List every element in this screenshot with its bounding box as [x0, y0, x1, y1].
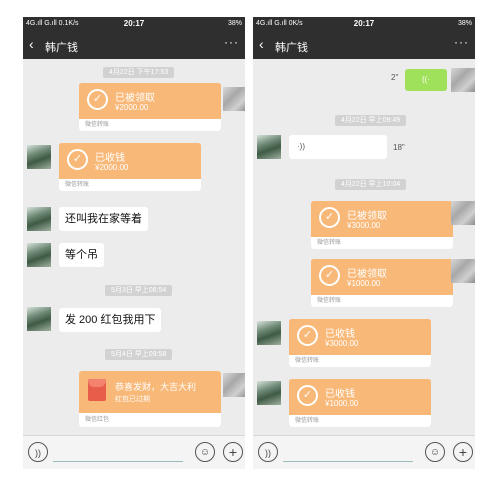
chat-title: 韩广钱 — [45, 42, 78, 54]
transfer-footer: 微信转账 — [311, 295, 453, 307]
status-bar: 4G.ıll G.ıll 0.1K/s 20:17 38% — [23, 17, 245, 31]
text-message[interactable]: 还叫我在家等着 — [59, 207, 148, 231]
transfer-amount: ¥2000.00 — [115, 103, 149, 112]
transfer-card[interactable]: ✓ 已收钱 ¥3000.00 微信转账 — [289, 319, 431, 367]
message-input[interactable] — [53, 461, 183, 462]
transfer-status: 已被领取 — [115, 93, 155, 104]
check-icon: ✓ — [67, 149, 88, 170]
self-avatar[interactable] — [451, 201, 475, 225]
contact-avatar[interactable] — [27, 145, 51, 169]
contact-avatar[interactable] — [257, 381, 281, 405]
plus-icon[interactable]: + — [453, 442, 473, 462]
check-icon: ✓ — [87, 89, 108, 110]
self-avatar[interactable] — [223, 373, 245, 397]
transfer-status: 已收钱 — [325, 389, 355, 400]
more-options-icon[interactable]: ··· — [454, 35, 469, 49]
transfer-status: 已收钱 — [325, 329, 355, 340]
emoji-icon[interactable]: ☺ — [425, 442, 445, 462]
transfer-amount: ¥1000.00 — [347, 279, 381, 288]
contact-avatar[interactable] — [257, 135, 281, 159]
self-avatar[interactable] — [223, 87, 245, 111]
red-packet-status: 红包已过期 — [115, 396, 150, 403]
timestamp: 5月3日 早上06:54 — [105, 285, 173, 296]
contact-avatar[interactable] — [27, 243, 51, 267]
timestamp: 4月22日 下午17:53 — [103, 67, 175, 78]
self-avatar[interactable] — [451, 259, 475, 283]
transfer-amount: ¥3000.00 — [325, 339, 359, 348]
emoji-icon[interactable]: ☺ — [195, 442, 215, 462]
contact-avatar[interactable] — [27, 307, 51, 331]
chat-header: ‹ 韩广钱 ··· — [253, 31, 475, 59]
transfer-card[interactable]: ✓ 已收钱 ¥1000.00 微信转账 — [289, 379, 431, 427]
transfer-amount: ¥3000.00 — [347, 221, 381, 230]
voice-message[interactable]: ((· — [405, 69, 447, 91]
chat-header: ‹ 韩广钱 ··· — [23, 31, 245, 59]
back-icon[interactable]: ‹ — [29, 36, 34, 52]
plus-icon[interactable]: + — [223, 442, 243, 462]
left-chat-screenshot: 4G.ıll G.ıll 0.1K/s 20:17 38% ‹ 韩广钱 ··· … — [23, 17, 245, 469]
red-envelope-icon — [88, 379, 106, 401]
transfer-amount: ¥1000.00 — [325, 399, 359, 408]
check-icon: ✓ — [297, 325, 318, 346]
timestamp: 4月22日 早上10:04 — [335, 179, 407, 190]
transfer-footer: 微信转账 — [311, 237, 453, 249]
transfer-card[interactable]: ✓ 已被领取 ¥1000.00 微信转账 — [311, 259, 453, 307]
timestamp: 5月4日 早上09:58 — [105, 349, 173, 360]
status-bar: 4G.ıll G.ıll 0K/s 20:17 38% — [253, 17, 475, 31]
chat-title: 韩广钱 — [275, 42, 308, 54]
transfer-footer: 微信转账 — [59, 179, 201, 191]
message-input[interactable] — [283, 461, 413, 462]
message-list[interactable]: 2" ((· 4月22日 早上09:49 ·)) 18" 4月22日 早上10:… — [253, 59, 475, 435]
red-packet-greeting: 恭喜发财，大吉大利 — [115, 382, 197, 392]
check-icon: ✓ — [297, 385, 318, 406]
voice-duration: 18" — [393, 143, 405, 152]
check-icon: ✓ — [319, 265, 340, 286]
right-chat-screenshot: 4G.ıll G.ıll 0K/s 20:17 38% ‹ 韩广钱 ··· 2"… — [253, 17, 475, 469]
transfer-amount: ¥2000.00 — [95, 163, 129, 172]
contact-avatar[interactable] — [257, 321, 281, 345]
timestamp: 4月22日 早上09:49 — [335, 115, 407, 126]
transfer-footer: 微信转账 — [79, 119, 221, 131]
check-icon: ✓ — [319, 207, 340, 228]
transfer-status: 已收钱 — [95, 153, 125, 164]
battery-level: 38% — [457, 20, 472, 27]
text-message[interactable]: 等个吊 — [59, 243, 104, 267]
red-packet-footer: 微信红包 — [79, 413, 221, 427]
message-list[interactable]: 4月22日 下午17:53 ✓ 已被领取 ¥2000.00 微信转账 ✓ 已收钱… — [23, 59, 245, 435]
more-options-icon[interactable]: ··· — [224, 35, 239, 49]
battery-level: 38% — [227, 20, 242, 27]
voice-duration: 2" — [391, 73, 399, 82]
transfer-card[interactable]: ✓ 已被领取 ¥3000.00 微信转账 — [311, 201, 453, 249]
transfer-footer: 微信转账 — [289, 355, 431, 367]
self-avatar[interactable] — [451, 68, 475, 92]
clock: 20:17 — [353, 19, 375, 28]
clock: 20:17 — [123, 19, 145, 28]
voice-message[interactable]: ·)) — [289, 135, 387, 159]
input-bar: )) ☺ + — [253, 435, 475, 469]
transfer-status: 已被领取 — [347, 269, 387, 280]
voice-input-icon[interactable]: )) — [258, 442, 278, 462]
transfer-footer: 微信转账 — [289, 415, 431, 427]
red-packet-card[interactable]: 恭喜发财，大吉大利 红包已过期 微信红包 — [79, 371, 221, 427]
transfer-card[interactable]: ✓ 已收钱 ¥2000.00 微信转账 — [59, 143, 201, 191]
voice-input-icon[interactable]: )) — [28, 442, 48, 462]
transfer-card[interactable]: ✓ 已被领取 ¥2000.00 微信转账 — [79, 83, 221, 131]
contact-avatar[interactable] — [27, 207, 51, 231]
transfer-status: 已被领取 — [347, 211, 387, 222]
text-message[interactable]: 发 200 红包我用下 — [59, 308, 162, 332]
back-icon[interactable]: ‹ — [259, 36, 264, 52]
input-bar: )) ☺ + — [23, 435, 245, 469]
